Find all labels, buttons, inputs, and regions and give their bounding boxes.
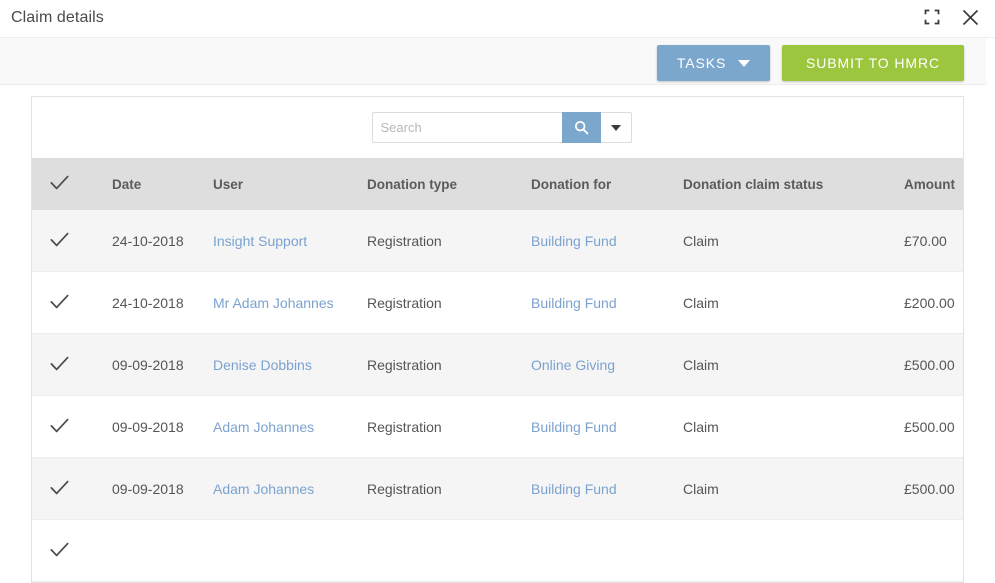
donation-for-link[interactable]: Online Giving	[531, 357, 615, 373]
user-link[interactable]: Denise Dobbins	[213, 357, 312, 373]
check-icon[interactable]	[48, 414, 71, 437]
cell-donation-claim-status	[677, 519, 898, 582]
cell-donation-type: Registration	[361, 457, 525, 520]
cell-user: Denise Dobbins	[207, 333, 361, 396]
user-link[interactable]: Mr Adam Johannes	[213, 295, 334, 311]
search-input[interactable]	[371, 112, 562, 143]
cell-user: Insight Support	[207, 210, 361, 272]
close-icon[interactable]	[959, 6, 981, 28]
cell-donation-for: Building Fund	[525, 395, 677, 458]
titlebar-actions	[921, 6, 981, 28]
cell-donation-type: Registration	[361, 395, 525, 458]
cell-date	[105, 519, 207, 582]
claims-table-head: Date User Donation type Donation for Don…	[32, 158, 963, 210]
cell-date: 09-09-2018	[105, 333, 207, 396]
cell-donation-claim-status: Claim	[677, 333, 898, 396]
toolbar-button-group: TASKS SUBMIT TO HMRC	[657, 45, 964, 81]
cell-donation-claim-status: Claim	[677, 210, 898, 272]
table-row[interactable]: 09-09-2018 Denise Dobbins Registration Onli…	[32, 333, 963, 396]
cell-amount: £500.00	[898, 333, 963, 396]
check-icon[interactable]	[48, 538, 71, 561]
row-select-cell[interactable]	[32, 333, 105, 396]
table-row[interactable]: 09-09-2018 Adam Johannes Registration Build…	[32, 457, 963, 520]
column-header-donation-type[interactable]: Donation type	[361, 158, 525, 210]
cell-donation-type: Registration	[361, 333, 525, 396]
cell-amount: £200.00	[898, 271, 963, 334]
chevron-down-icon	[738, 59, 751, 67]
dialog-toolbar: TASKS SUBMIT TO HMRC	[0, 38, 986, 85]
cell-donation-for: Building Fund	[525, 271, 677, 334]
cell-amount	[898, 519, 963, 582]
table-row[interactable]: 09-09-2018 Adam Johannes Registration Build…	[32, 395, 963, 458]
column-header-donation-for[interactable]: Donation for	[525, 158, 677, 210]
cell-user: Adam Johannes	[207, 457, 361, 520]
expand-icon[interactable]	[921, 6, 943, 28]
search-bar	[32, 97, 963, 158]
column-header-donation-claim-status[interactable]: Donation claim status	[677, 158, 898, 210]
page-title: Claim details	[11, 9, 104, 26]
cell-donation-claim-status: Claim	[677, 457, 898, 520]
cell-user	[207, 519, 361, 582]
user-link[interactable]: Insight Support	[213, 233, 307, 249]
donation-for-link[interactable]: Building Fund	[531, 233, 617, 249]
cell-donation-type	[361, 519, 525, 582]
select-all-header[interactable]	[32, 158, 105, 210]
cell-donation-claim-status: Claim	[677, 271, 898, 334]
cell-date: 09-09-2018	[105, 457, 207, 520]
table-row[interactable]: 24-10-2018 Mr Adam Johannes Registration Bu…	[32, 271, 963, 334]
check-icon[interactable]	[48, 476, 71, 499]
column-header-amount[interactable]: Amount	[898, 158, 963, 210]
user-link[interactable]: Adam Johannes	[213, 481, 314, 497]
cell-donation-for: Building Fund	[525, 457, 677, 520]
row-select-cell[interactable]	[32, 395, 105, 458]
table-row[interactable]	[32, 519, 963, 582]
claims-table: Date User Donation type Donation for Don…	[32, 158, 963, 582]
cell-donation-type: Registration	[361, 271, 525, 334]
cell-donation-type: Registration	[361, 210, 525, 272]
donation-for-link[interactable]: Building Fund	[531, 481, 617, 497]
table-row[interactable]: 24-10-2018 Insight Support Registration Bui…	[32, 210, 963, 272]
submit-to-hmrc-button[interactable]: SUBMIT TO HMRC	[782, 45, 964, 81]
cell-donation-claim-status: Claim	[677, 395, 898, 458]
cell-user: Mr Adam Johannes	[207, 271, 361, 334]
donation-for-link[interactable]: Building Fund	[531, 295, 617, 311]
table-header-row: Date User Donation type Donation for Don…	[32, 158, 963, 210]
cell-donation-for: Online Giving	[525, 333, 677, 396]
cell-amount: £70.00	[898, 210, 963, 272]
claims-table-body: 24-10-2018 Insight Support Registration Bui…	[32, 210, 963, 582]
tasks-button[interactable]: TASKS	[657, 45, 770, 81]
cell-amount: £500.00	[898, 457, 963, 520]
search-group	[371, 112, 632, 143]
check-icon[interactable]	[48, 171, 71, 194]
search-icon[interactable]	[561, 112, 601, 143]
cell-date: 09-09-2018	[105, 395, 207, 458]
chevron-down-icon	[610, 124, 621, 131]
claim-details-card: Date User Donation type Donation for Don…	[31, 96, 964, 583]
search-options-dropdown[interactable]	[600, 112, 632, 143]
check-icon[interactable]	[48, 352, 71, 375]
column-header-date[interactable]: Date	[105, 158, 207, 210]
donation-for-link[interactable]: Building Fund	[531, 419, 617, 435]
row-select-cell[interactable]	[32, 457, 105, 520]
cell-date: 24-10-2018	[105, 210, 207, 272]
row-select-cell[interactable]	[32, 519, 105, 582]
row-select-cell[interactable]	[32, 210, 105, 272]
cell-date: 24-10-2018	[105, 271, 207, 334]
row-select-cell[interactable]	[32, 271, 105, 334]
user-link[interactable]: Adam Johannes	[213, 419, 314, 435]
cell-user: Adam Johannes	[207, 395, 361, 458]
cell-amount: £500.00	[898, 395, 963, 458]
tasks-button-label: TASKS	[676, 55, 727, 71]
column-header-user[interactable]: User	[207, 158, 361, 210]
cell-donation-for	[525, 519, 677, 582]
cell-donation-for: Building Fund	[525, 210, 677, 272]
dialog-titlebar: Claim details	[0, 0, 995, 38]
check-icon[interactable]	[48, 228, 71, 251]
check-icon[interactable]	[48, 290, 71, 313]
